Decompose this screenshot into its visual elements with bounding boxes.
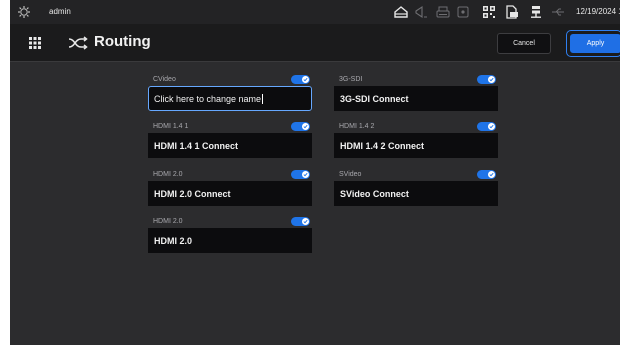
document-print-icon[interactable]: [504, 4, 520, 20]
channel-card-hdmi-2-0-b: HDMI 2.0 HDMI 2.0: [148, 217, 312, 257]
cancel-button[interactable]: Cancel: [497, 33, 551, 54]
server-icon[interactable]: [528, 4, 544, 20]
home-icon[interactable]: [393, 4, 409, 20]
apply-button-focus-ring: Apply: [566, 30, 620, 57]
channel-name-input[interactable]: SVideo Connect: [334, 181, 498, 206]
channel-label: HDMI 1.4 1: [153, 123, 189, 130]
channel-label: HDMI 2.0: [153, 218, 183, 225]
channel-card-3g-sdi: 3G-SDI 3G-SDI Connect: [334, 75, 498, 115]
routing-icon: [68, 36, 88, 50]
apply-button[interactable]: Apply: [570, 34, 620, 53]
channel-card-svideo: SVideo SVideo Connect: [334, 170, 498, 210]
channel-label: SVideo: [339, 171, 362, 178]
header-bar: Routing Cancel Apply: [10, 24, 620, 62]
apps-grid-icon[interactable]: [28, 36, 42, 50]
channel-name-input[interactable]: Click here to change name: [148, 86, 312, 111]
channel-name-input[interactable]: HDMI 1.4 2 Connect: [334, 133, 498, 158]
channel-card-hdmi-2-0: HDMI 2.0 HDMI 2.0 Connect: [148, 170, 312, 210]
channel-label: CVideo: [153, 76, 176, 83]
status-bar: admin 12/19/2024: [10, 0, 620, 24]
enable-toggle[interactable]: [291, 170, 310, 179]
qr-code-icon[interactable]: [481, 4, 497, 20]
gear-icon[interactable]: [17, 5, 31, 19]
volume-icon[interactable]: [413, 4, 429, 20]
text-caret: [262, 93, 264, 104]
channel-name-input[interactable]: HDMI 2.0: [148, 228, 312, 253]
enable-toggle[interactable]: [291, 122, 310, 131]
usb-icon[interactable]: [550, 4, 566, 20]
username-label: admin: [49, 7, 71, 16]
channel-label: HDMI 2.0: [153, 171, 183, 178]
routing-screen: admin 12/19/2024 Routing Cancel Apply CV…: [10, 0, 620, 345]
page-title: Routing: [94, 33, 151, 50]
channel-label: HDMI 1.4 2: [339, 123, 375, 130]
channel-card-hdmi-1-4-1: HDMI 1.4 1 HDMI 1.4 1 Connect: [148, 122, 312, 162]
printer-icon[interactable]: [435, 4, 451, 20]
channel-name-input[interactable]: HDMI 2.0 Connect: [148, 181, 312, 206]
enable-toggle[interactable]: [477, 122, 496, 131]
enable-toggle[interactable]: [291, 75, 310, 84]
channel-label: 3G-SDI: [339, 76, 363, 83]
channel-name-input[interactable]: HDMI 1.4 1 Connect: [148, 133, 312, 158]
enable-toggle[interactable]: [291, 217, 310, 226]
channel-card-hdmi-1-4-2: HDMI 1.4 2 HDMI 1.4 2 Connect: [334, 122, 498, 162]
enable-toggle[interactable]: [477, 170, 496, 179]
datetime-label: 12/19/2024 11: [576, 7, 620, 16]
enable-toggle[interactable]: [477, 75, 496, 84]
channel-card-cvideo: CVideo Click here to change name: [148, 75, 312, 115]
channel-name-input[interactable]: 3G-SDI Connect: [334, 86, 498, 111]
record-icon[interactable]: [455, 4, 471, 20]
